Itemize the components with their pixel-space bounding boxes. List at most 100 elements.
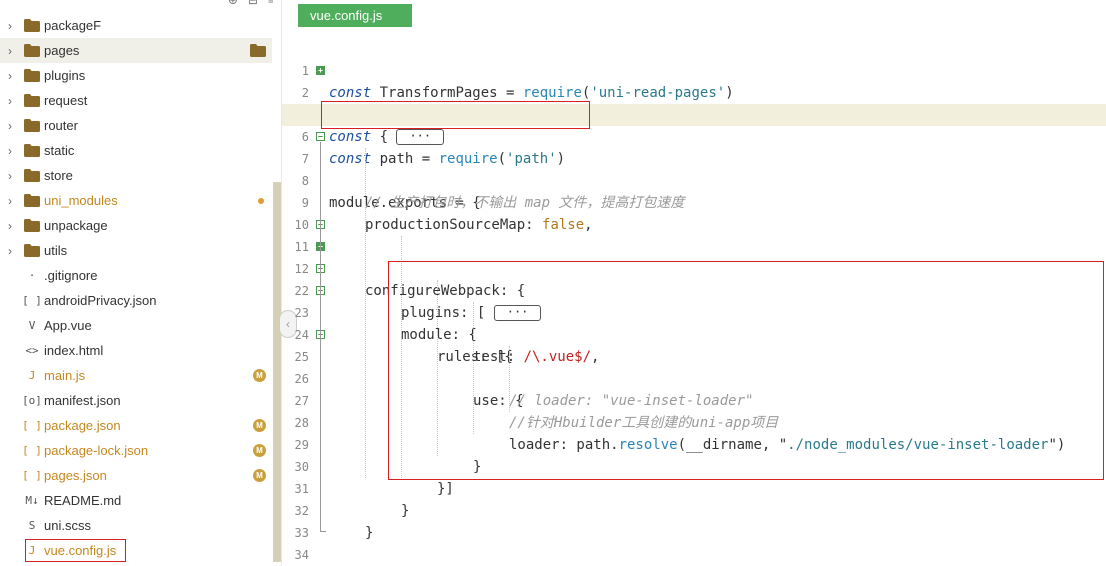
folder-item[interactable]: › store: [0, 163, 272, 188]
code-editor[interactable]: 1 const TransformPages = require('uni-re…: [282, 38, 1106, 566]
code-line: 30 }]: [282, 434, 1106, 497]
tree-item-label: utils: [44, 243, 68, 258]
explorer-toolbar: ⊕ ⊟ ≡: [228, 0, 275, 7]
code-line: 25 − use: {: [282, 324, 1106, 409]
modified-badge: M: [253, 469, 266, 482]
code-line: 24 test: /\.vue$/,: [282, 302, 1106, 365]
code-line: 31 }: [282, 456, 1106, 519]
file-item[interactable]: Jmain.js M: [0, 363, 272, 388]
folder-item[interactable]: › router: [0, 113, 272, 138]
tree-item-label: packageF: [44, 18, 102, 33]
folder-item[interactable]: › plugins: [0, 63, 272, 88]
folder-item[interactable]: › static: [0, 138, 272, 163]
folder-item[interactable]: › request: [0, 88, 272, 113]
tree-item-label: pages.json: [44, 468, 107, 483]
manifest-file-icon: [o]: [22, 394, 42, 407]
modified-badge: M: [253, 369, 266, 382]
code-line: 32 }: [282, 478, 1106, 541]
code-line: 11 − configureWebpack: {: [282, 214, 1106, 299]
tree-item-label: App.vue: [44, 318, 92, 333]
chevron-right-icon[interactable]: ›: [0, 219, 20, 233]
js-file-icon: J: [28, 369, 36, 382]
chevron-right-icon[interactable]: ›: [0, 169, 20, 183]
tree-item-label: uni_modules: [44, 193, 118, 208]
folder-icon: [20, 144, 44, 157]
code-line: 7 − module.exports = {: [282, 126, 1106, 211]
folder-icon: [20, 169, 44, 182]
chevron-right-icon[interactable]: ›: [0, 94, 20, 108]
chevron-right-icon[interactable]: ›: [0, 44, 20, 58]
code-line: 10: [282, 192, 1106, 232]
tab-vue-config-js[interactable]: vue.config.js: [298, 4, 412, 27]
file-item[interactable]: Suni.scss: [0, 513, 272, 538]
file-item[interactable]: [o] manifest.json: [0, 388, 272, 413]
chevron-right-icon[interactable]: ›: [0, 19, 20, 33]
chevron-right-icon[interactable]: ›: [0, 194, 20, 208]
code-line: 23 − rules: [{: [282, 280, 1106, 365]
html-file-icon: <>: [25, 344, 39, 357]
file-item[interactable]: · .gitignore: [0, 263, 272, 288]
folder-icon: [20, 19, 44, 32]
tree-item-label: router: [44, 118, 78, 133]
code-line: 34 }: [282, 522, 1106, 562]
file-item[interactable]: V App.vue: [0, 313, 272, 338]
tree-item-label: plugins: [44, 68, 86, 83]
folder-icon: [20, 119, 44, 132]
json-file-icon: [ ]: [22, 469, 42, 482]
tree-item-label: unpackage: [44, 218, 108, 233]
modified-dot-icon: [258, 197, 264, 204]
file-item[interactable]: [ ] package-lock.json M: [0, 438, 272, 463]
folder-item[interactable]: › unpackage: [0, 213, 272, 238]
folder-icon: [20, 44, 44, 57]
tree-item-label: pages: [44, 43, 80, 58]
file-item[interactable]: <> index.html: [0, 338, 272, 363]
tree-item-label: index.html: [44, 343, 104, 358]
tree-item-label: store: [44, 168, 73, 183]
collapse-fold-icon[interactable]: −: [316, 132, 325, 141]
indent-guide: [473, 302, 474, 434]
file-explorer: ⊕ ⊟ ≡ › packageF › pages › plugins › request › ro…: [0, 0, 281, 566]
expand-fold-icon[interactable]: +: [316, 66, 325, 75]
json-file-icon: [ ]: [22, 294, 42, 307]
open-folder-icon[interactable]: [250, 44, 266, 57]
file-item[interactable]: [ ] pages.json M: [0, 463, 272, 488]
code-line: 28 loader: path.resolve(__dirname, "./no…: [282, 390, 1106, 453]
code-line: 9 productionSourceMap: false,: [282, 170, 1106, 233]
tree-item-label: request: [44, 93, 88, 108]
dot-file-icon: ·: [28, 269, 36, 282]
line-number: 34: [294, 548, 309, 562]
modified-badge: M: [253, 419, 266, 432]
modified-badge: M: [253, 444, 266, 457]
file-item[interactable]: Jvue.config.js: [0, 538, 272, 563]
code-line-current: 6 const path = require('path'): [282, 104, 1106, 167]
sidebar-scrollbar-thumb[interactable]: [273, 182, 281, 562]
vue-file-icon: V: [28, 319, 36, 332]
code-line: 27 //针对Hbuilder工具创建的uni-app项目: [282, 368, 1106, 431]
target-icon[interactable]: ⊕: [228, 0, 238, 7]
folder-item[interactable]: › uni_modules: [0, 188, 272, 213]
json-file-icon: [ ]: [22, 419, 42, 432]
code-line: 8 // 生产打包时，不输出 map 文件，提高打包速度: [282, 148, 1106, 211]
code-line: 22 − module: {: [282, 258, 1106, 343]
chevron-right-icon[interactable]: ›: [0, 244, 20, 258]
code-line: 12 + plugins: [ ···: [282, 236, 1106, 321]
folder-icon: [20, 219, 44, 232]
folder-icon: [20, 94, 44, 107]
scss-file-icon: S: [28, 519, 36, 532]
tree-item-label: manifest.json: [44, 393, 121, 408]
file-item[interactable]: [ ] package.json M: [0, 413, 272, 438]
code-line: 1 const TransformPages = require('uni-re…: [282, 38, 1106, 101]
collapse-all-icon[interactable]: ⊟: [248, 0, 258, 7]
indent-guide: [401, 236, 402, 478]
folder-item[interactable]: › packageF: [0, 13, 272, 38]
folder-item[interactable]: › pages: [0, 38, 272, 63]
file-item[interactable]: [ ] androidPrivacy.json: [0, 288, 272, 313]
indent-guide: [509, 346, 510, 412]
indent-guide: [365, 148, 366, 478]
chevron-right-icon[interactable]: ›: [0, 119, 20, 133]
folder-item[interactable]: › utils: [0, 238, 272, 263]
chevron-right-icon[interactable]: ›: [0, 69, 20, 83]
file-item[interactable]: M↓ README.md: [0, 488, 272, 513]
chevron-right-icon[interactable]: ›: [0, 144, 20, 158]
js-file-icon: J: [28, 544, 36, 557]
